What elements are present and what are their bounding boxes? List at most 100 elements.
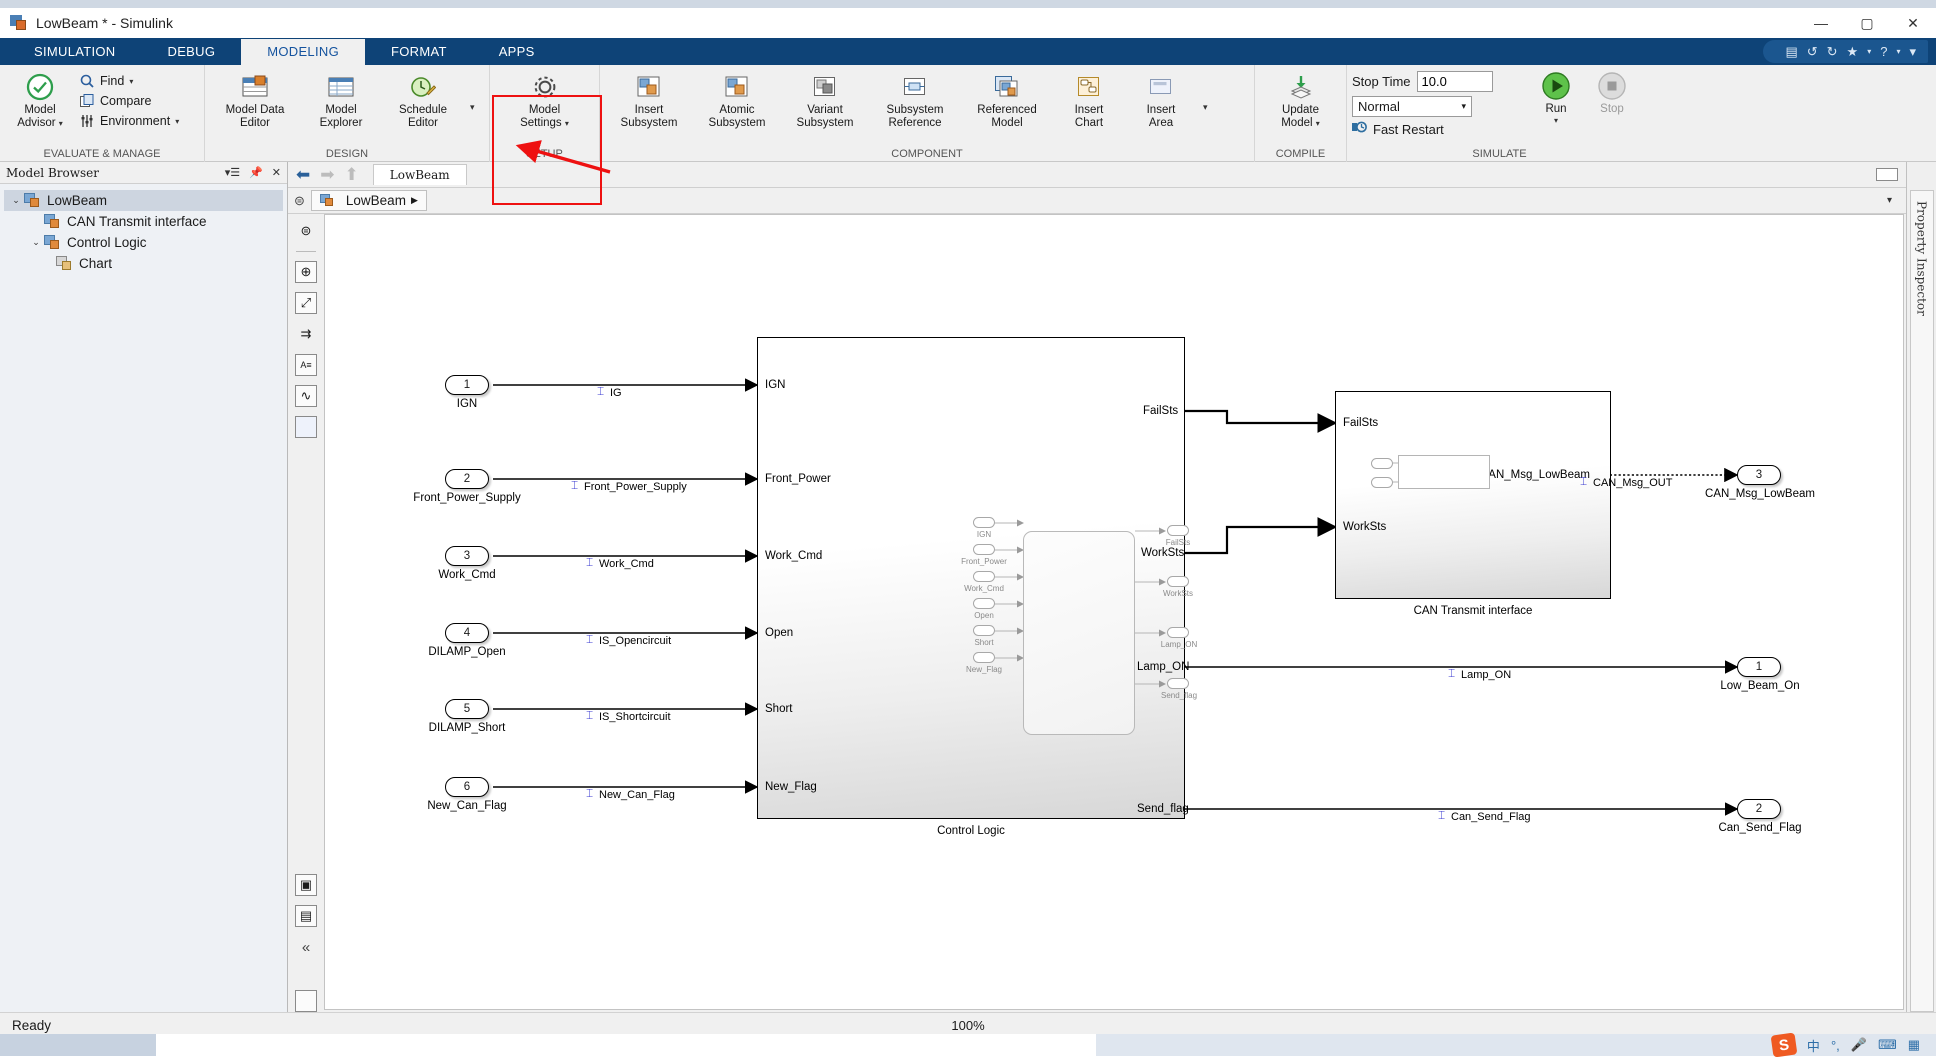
ime-punctuation-icon[interactable]: °,	[1831, 1038, 1840, 1053]
undo-icon[interactable]: ↺	[1807, 45, 1818, 58]
breadcrumb-back-icon[interactable]: ⊜	[294, 193, 305, 209]
component-overflow-icon[interactable]: ▾	[1197, 102, 1214, 113]
tab-format[interactable]: FORMAT	[365, 39, 473, 65]
tree-label: CAN Transmit interface	[67, 214, 207, 229]
main-area: Model Browser ▾☰ 📌 ✕ ⌄ LowBeam CAN Trans…	[0, 162, 1936, 1012]
signal-label-ig: IG	[610, 387, 622, 399]
twisty-icon[interactable]: ⌄	[8, 195, 24, 206]
outport-1[interactable]: 1	[1737, 657, 1781, 677]
tab-modeling[interactable]: MODELING	[241, 39, 365, 65]
simulation-mode-select[interactable]: Normal ▾	[1352, 96, 1472, 117]
subsystem-reference-button[interactable]: Subsystem Reference	[869, 69, 961, 132]
update-model-label: Update Model ▾	[1281, 104, 1320, 129]
compare-icon	[79, 93, 95, 109]
minimize-button[interactable]: —	[1798, 8, 1844, 38]
tree-item-can-transmit-interface[interactable]: CAN Transmit interface	[4, 211, 283, 232]
insert-area-button[interactable]: Insert Area	[1125, 69, 1197, 132]
twisty-icon[interactable]: ⌄	[28, 237, 44, 248]
favorites-icon[interactable]: ★	[1847, 45, 1859, 58]
qat-caret-1-icon[interactable]: ▾	[1867, 47, 1871, 56]
tab-simulation[interactable]: SIMULATION	[8, 39, 142, 65]
save-icon[interactable]: ▤	[1785, 45, 1797, 58]
breadcrumb-caret-icon[interactable]: ▾	[1887, 195, 1900, 206]
model-browser-panel: Model Browser ▾☰ 📌 ✕ ⌄ LowBeam CAN Trans…	[0, 162, 288, 1012]
apps-grid-icon[interactable]: ▦	[1908, 1037, 1920, 1053]
redo-icon[interactable]: ↻	[1827, 45, 1838, 58]
compare-button[interactable]: Compare	[75, 91, 183, 111]
outport-3-label: CAN_Msg_LowBeam	[1705, 488, 1815, 500]
model-advisor-button[interactable]: Model Advisor ▾	[5, 69, 75, 133]
simulink-canvas[interactable]: 近光灯功能模块 1 IGN IG ⌶ 2 Front_Power_Supply …	[324, 214, 1904, 1010]
editor-tab-lowbeam[interactable]: LowBeam	[372, 164, 467, 185]
inport-2[interactable]: 2	[445, 469, 489, 489]
variant-subsystem-button[interactable]: Variant Subsystem	[781, 69, 869, 132]
design-overflow-icon[interactable]: ▾	[464, 102, 481, 113]
tab-apps[interactable]: APPS	[473, 39, 561, 65]
inport-3[interactable]: 3	[445, 546, 489, 566]
pin-icon[interactable]: 📌	[249, 166, 263, 179]
tree-item-chart[interactable]: Chart	[4, 253, 283, 274]
keyboard-shortcut-icon[interactable]	[1876, 168, 1898, 181]
close-button[interactable]: ✕	[1890, 8, 1936, 38]
outport-2-label: Can_Send_Flag	[1718, 822, 1802, 834]
table-edit-icon	[242, 72, 268, 102]
chart-preview-outport-lamp-on	[1167, 627, 1189, 638]
find-button[interactable]: Find ▾	[75, 71, 183, 91]
run-button[interactable]: Run ▾	[1528, 71, 1584, 128]
insert-subsystem-button[interactable]: Insert Subsystem	[605, 69, 693, 132]
stop-time-input[interactable]	[1416, 71, 1493, 92]
atomic-subsystem-button[interactable]: Atomic Subsystem	[693, 69, 781, 132]
chevron-down-icon[interactable]: ▾	[59, 119, 63, 128]
back-icon[interactable]: ⬅	[296, 165, 310, 185]
area-icon[interactable]	[295, 416, 317, 438]
canvas-bottom-toggle-icon[interactable]	[295, 990, 317, 1012]
environment-button[interactable]: Environment ▾	[75, 111, 183, 131]
microphone-icon[interactable]: 🎤	[1851, 1037, 1867, 1053]
breadcrumb-lowbeam[interactable]: LowBeam ▶	[310, 190, 427, 211]
layers-icon[interactable]: ▤	[295, 905, 317, 927]
signal-routing-icon[interactable]: ⇉	[295, 323, 317, 345]
qat-expand-icon[interactable]: ▾	[1909, 45, 1916, 58]
fast-restart-button[interactable]: Fast Restart	[1352, 121, 1528, 137]
update-model-button[interactable]: Update Model ▾	[1260, 69, 1341, 133]
can-inner-inport-1	[1371, 458, 1393, 469]
inport-4[interactable]: 4	[445, 623, 489, 643]
panel-menu-icon[interactable]: ▾☰	[225, 166, 240, 179]
insert-chart-button[interactable]: Insert Chart	[1053, 69, 1125, 132]
outport-2[interactable]: 2	[1737, 799, 1781, 819]
keyboard-icon[interactable]: ⌨	[1878, 1037, 1897, 1053]
chevron-down-icon[interactable]: ▾	[1316, 119, 1320, 128]
referenced-model-button[interactable]: Referenced Model	[961, 69, 1053, 132]
qat-caret-2-icon[interactable]: ▾	[1896, 47, 1900, 56]
model-data-editor-button[interactable]: Model Data Editor	[210, 69, 300, 132]
inport-5[interactable]: 5	[445, 699, 489, 719]
annotation-icon[interactable]: A≡	[295, 354, 317, 376]
maximize-button[interactable]: ▢	[1844, 8, 1890, 38]
inport-6[interactable]: 6	[445, 777, 489, 797]
fit-to-view-icon[interactable]: ⤢	[295, 292, 317, 314]
outport-3[interactable]: 3	[1737, 465, 1781, 485]
tree-item-lowbeam[interactable]: ⌄ LowBeam	[4, 190, 283, 211]
chevron-down-icon[interactable]: ▾	[175, 117, 179, 126]
property-inspector-tab[interactable]: Property Inspector	[1909, 190, 1934, 1012]
zoom-in-icon[interactable]: ⊕	[295, 261, 317, 283]
schedule-editor-button[interactable]: Schedule Editor	[382, 69, 464, 132]
run-caret-icon[interactable]: ▾	[1554, 116, 1558, 125]
forward-icon[interactable]: ➡	[320, 165, 334, 185]
scope-icon[interactable]: ∿	[295, 385, 317, 407]
property-inspector-panel[interactable]: Property Inspector	[1906, 162, 1936, 1012]
camera-icon[interactable]: ▣	[295, 874, 317, 896]
inport-1[interactable]: 1	[445, 375, 489, 395]
help-icon[interactable]: ?	[1880, 45, 1887, 58]
chevron-down-icon[interactable]: ▾	[1461, 101, 1466, 112]
close-icon[interactable]: ✕	[272, 166, 281, 179]
sogou-ime-icon[interactable]: S	[1770, 1032, 1798, 1058]
tab-debug[interactable]: DEBUG	[142, 39, 242, 65]
collapse-panel-icon[interactable]: «	[295, 936, 317, 958]
chevron-down-icon[interactable]: ▾	[129, 77, 133, 86]
up-icon[interactable]: ⬆	[345, 165, 359, 185]
back-to-parent-icon[interactable]: ⊜	[295, 220, 317, 242]
tree-item-control-logic[interactable]: ⌄ Control Logic	[4, 232, 283, 253]
model-explorer-button[interactable]: Model Explorer	[300, 69, 382, 132]
ime-chinese-icon[interactable]: 中	[1807, 1036, 1820, 1055]
